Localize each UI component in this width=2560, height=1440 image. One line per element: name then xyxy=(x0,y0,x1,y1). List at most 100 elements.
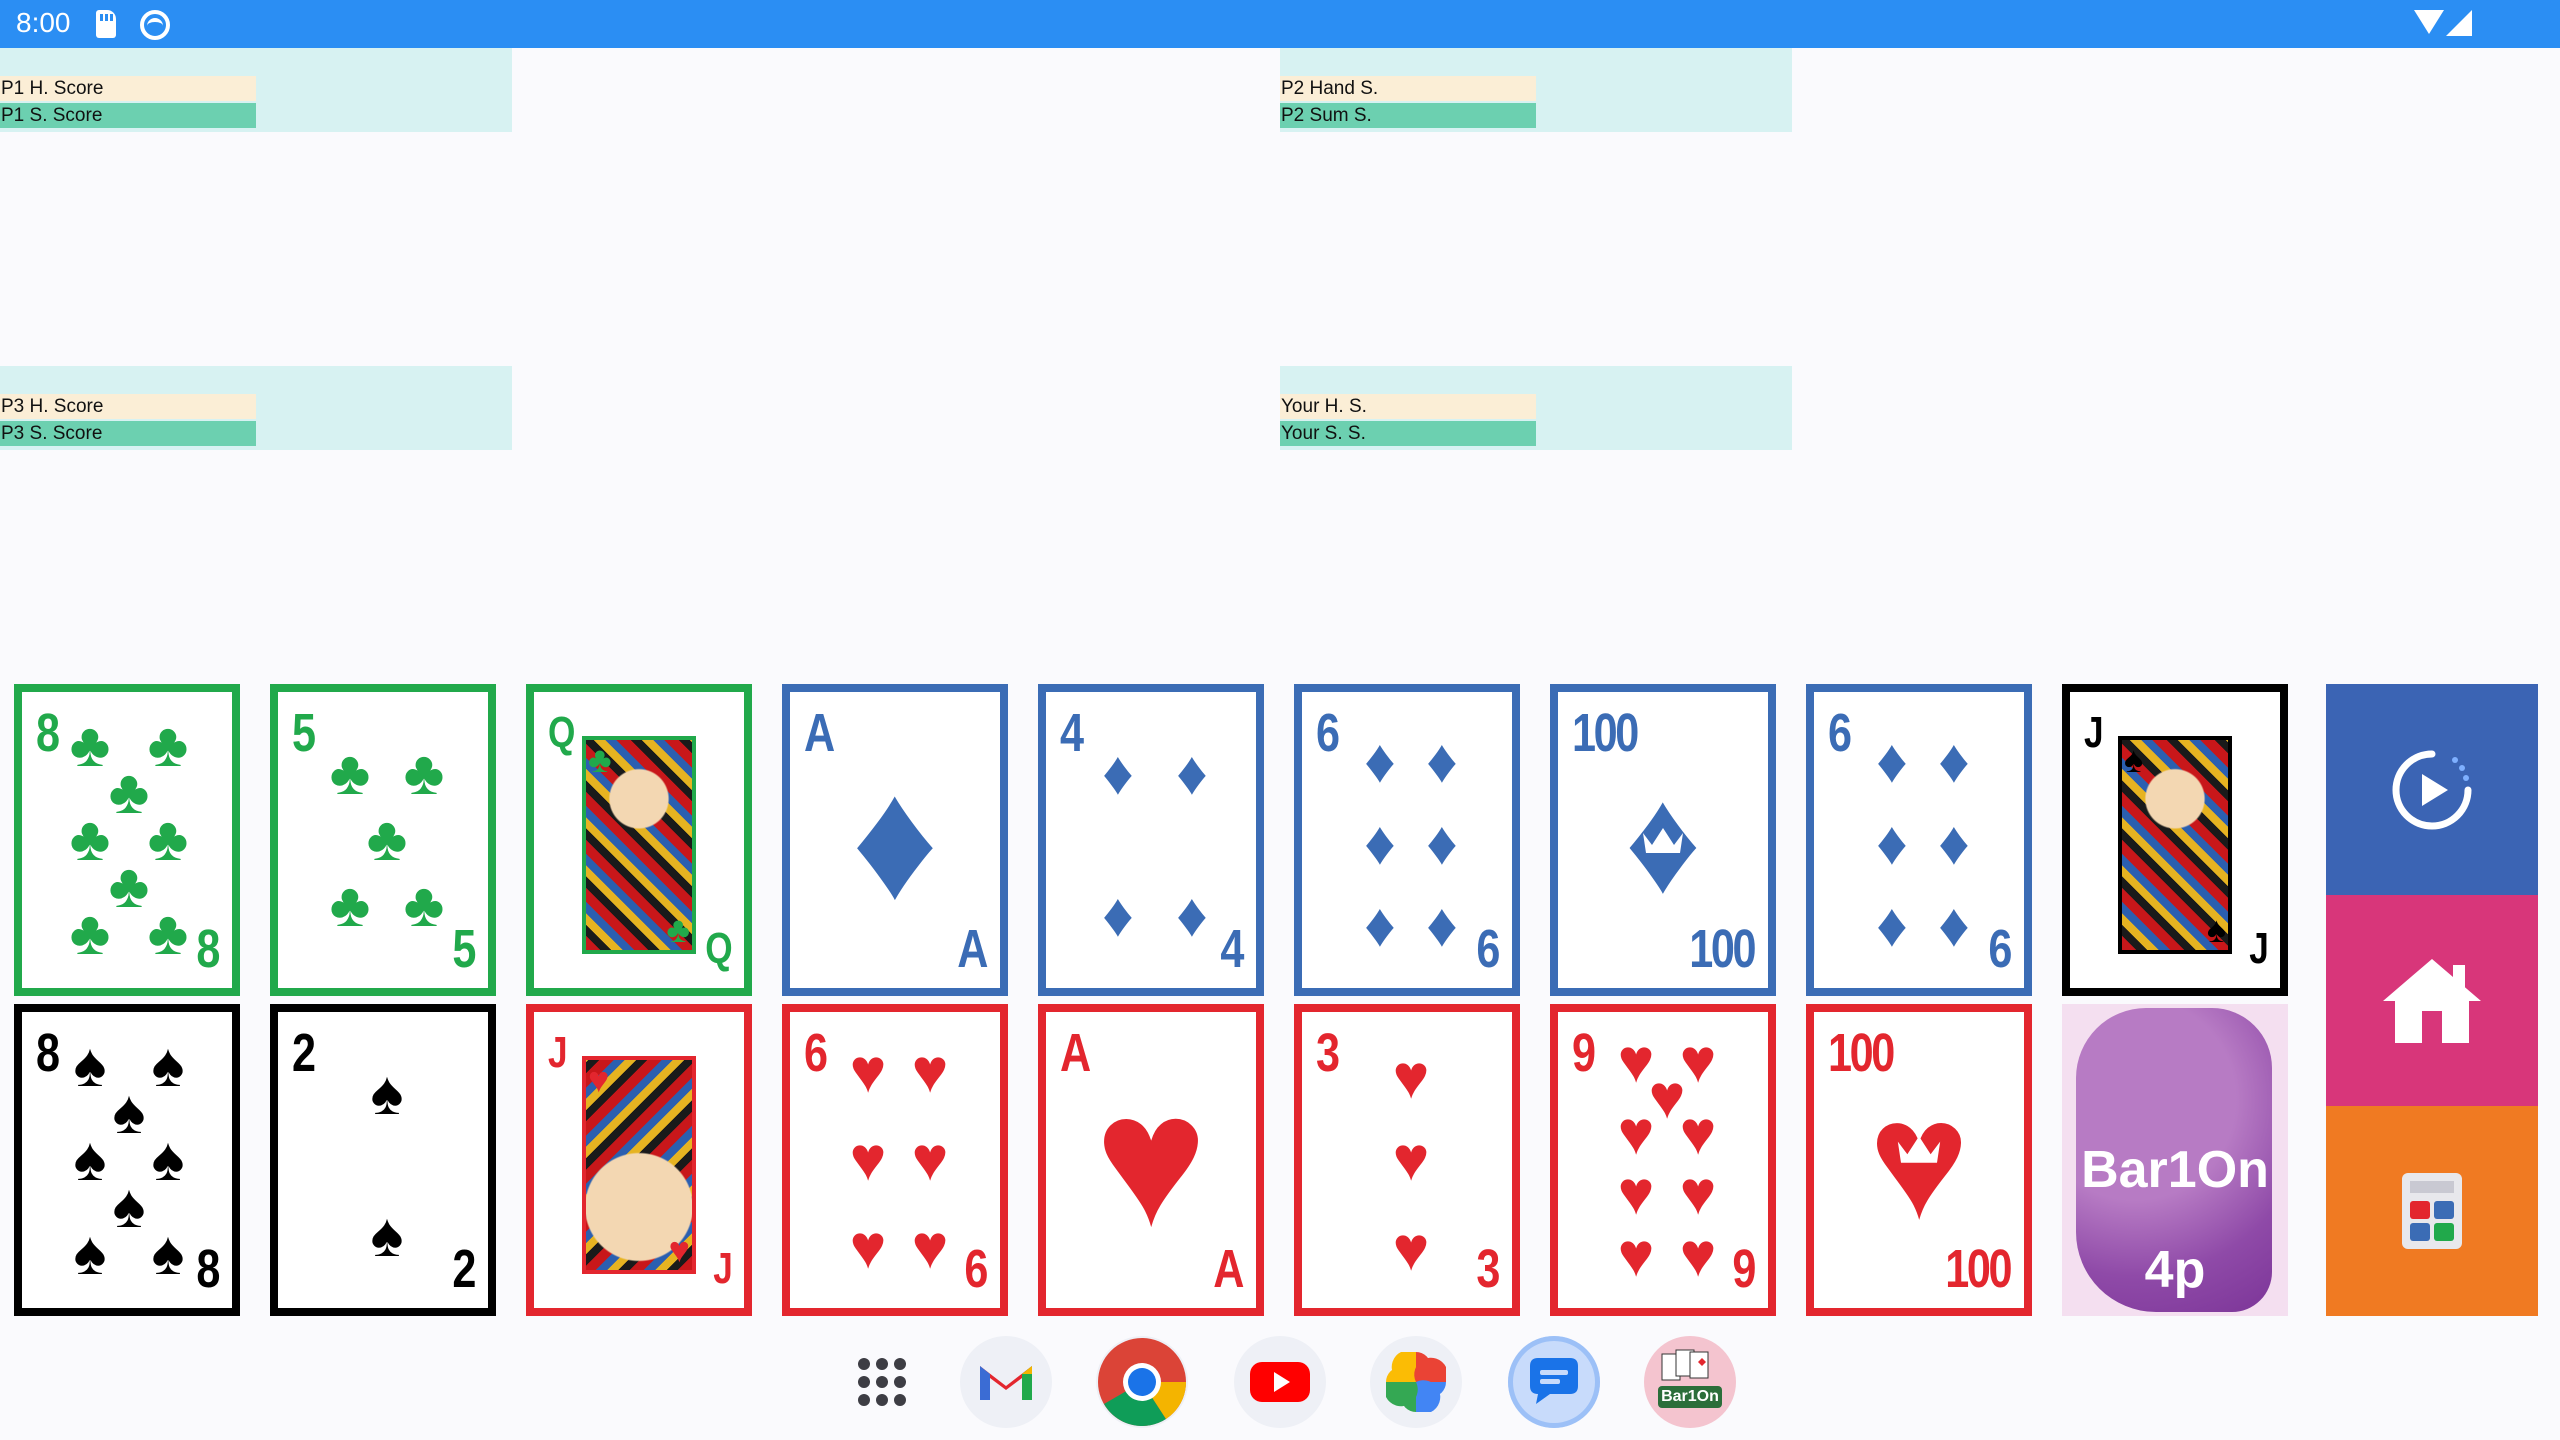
bar1on-app-button[interactable]: Bar1On xyxy=(1644,1336,1736,1428)
club-icon: ♣ xyxy=(329,871,371,940)
card-100-hearts[interactable]: 100 ♥ 100 xyxy=(1806,1004,2032,1316)
home-icon xyxy=(2383,958,2481,1043)
card-100-diamonds[interactable]: 100 ♦ 100 xyxy=(1550,684,1776,996)
replay-button[interactable] xyxy=(2326,684,2538,895)
heart-icon: ♥ xyxy=(1617,1159,1655,1228)
heart-icon: ♥ xyxy=(911,1213,949,1282)
diamond-icon: ♦ xyxy=(1876,809,1908,878)
photos-app-button[interactable] xyxy=(1370,1336,1462,1428)
card-a-hearts[interactable]: A ♥ A xyxy=(1038,1004,1264,1316)
replay-icon xyxy=(2392,750,2472,829)
card-rank: 4 xyxy=(1220,919,1244,979)
diamond-icon: ♦ xyxy=(1938,727,1970,796)
logo-line1: Bar1On xyxy=(2081,1141,2269,1199)
queen-face-image: ♣ ♣ xyxy=(582,736,696,954)
spade-icon: ♠ xyxy=(2124,739,2144,780)
card-2-spades[interactable]: 2 ♠ ♠ 2 xyxy=(270,1004,496,1316)
card-j-spades[interactable]: J ♠ ♠ J xyxy=(2062,684,2288,996)
card-rank: Q xyxy=(548,708,575,757)
card-rank: A xyxy=(1060,1023,1091,1083)
p3-sum-score: P3 S. Score xyxy=(0,421,256,446)
card-4-diamonds[interactable]: 4 ♦ ♦ ♦ ♦ 4 xyxy=(1038,684,1264,996)
diamond-icon: ♦ xyxy=(1102,739,1134,808)
bar1on-app-icon xyxy=(1658,1349,1722,1408)
p1-score-panel: P1 H. Score P1 S. Score xyxy=(0,48,512,132)
card-rank: 100 xyxy=(1689,919,1756,979)
card-rank: A xyxy=(1213,1239,1244,1299)
heart-icon: ♥ xyxy=(911,1125,949,1194)
heart-icon: ♥ xyxy=(1392,1125,1430,1194)
card-rank: Q xyxy=(705,924,732,973)
app-drawer-button[interactable] xyxy=(836,1336,928,1428)
card-rank: A xyxy=(804,703,835,763)
card-rank: 9 xyxy=(1732,1239,1756,1299)
home-button[interactable] xyxy=(2326,895,2538,1106)
card-rank: 4 xyxy=(1060,703,1084,763)
card-q-clubs[interactable]: Q ♣ ♣ Q xyxy=(526,684,752,996)
card-3-hearts[interactable]: 3 ♥ ♥ ♥ 3 xyxy=(1294,1004,1520,1316)
your-sum-score: Your S. S. xyxy=(1280,421,1536,446)
sync-icon xyxy=(140,10,170,40)
heart-icon: ♥ xyxy=(1679,1221,1717,1290)
jack-face-image: ♥ ♥ xyxy=(582,1056,696,1274)
card-rank: J xyxy=(2084,708,2104,757)
club-icon: ♣ xyxy=(366,805,408,874)
heart-icon: ♥ xyxy=(1392,1215,1430,1284)
card-5-clubs[interactable]: 5 ♣ ♣ ♣ ♣ ♣ 5 xyxy=(270,684,496,996)
club-icon: ♣ xyxy=(666,909,690,950)
spade-icon: ♠ xyxy=(73,1219,107,1288)
p2-sum-score: P2 Sum S. xyxy=(1280,103,1536,128)
app-drawer-icon xyxy=(858,1358,906,1406)
card-6-hearts[interactable]: 6 ♥ ♥ ♥ ♥ ♥ ♥ 6 xyxy=(782,1004,1008,1316)
card-j-hearts[interactable]: J ♥ ♥ J xyxy=(526,1004,752,1316)
bar1on-app-label: Bar1On xyxy=(1661,1388,1719,1405)
club-icon: ♣ xyxy=(147,899,189,968)
card-8-clubs[interactable]: 8 ♣ ♣ ♣ ♣ ♣ ♣ ♣ ♣ 8 xyxy=(14,684,240,996)
card-rank: 8 xyxy=(196,919,220,979)
card-rank: 6 xyxy=(964,1239,988,1299)
diamond-icon: ♦ xyxy=(1364,891,1396,960)
p1-sum-score: P1 S. Score xyxy=(0,103,256,128)
spade-icon: ♠ xyxy=(370,1201,404,1270)
card-rank: 5 xyxy=(452,919,476,979)
card-6-diamonds[interactable]: 6 ♦ ♦ ♦ ♦ ♦ ♦ 6 xyxy=(1294,684,1520,996)
card-rank: 6 xyxy=(1988,919,2012,979)
your-score-panel: Your H. S. Your S. S. xyxy=(1280,366,1792,450)
messages-icon xyxy=(1530,1358,1578,1404)
card-rank: J xyxy=(712,1244,733,1293)
deck-logo-card[interactable]: Bar1On 4p xyxy=(2062,1004,2288,1316)
messages-app-button[interactable] xyxy=(1508,1336,1600,1428)
p2-score-panel: P2 Hand S. P2 Sum S. xyxy=(1280,48,1792,132)
card-rank: 9 xyxy=(1572,1023,1596,1083)
card-rank: 2 xyxy=(452,1239,476,1299)
card-6-diamonds[interactable]: 6 ♦ ♦ ♦ ♦ ♦ ♦ 6 xyxy=(1806,684,2032,996)
heart-icon: ♥ xyxy=(1617,1099,1655,1168)
calculator-button[interactable] xyxy=(2326,1106,2538,1316)
chrome-app-button[interactable] xyxy=(1096,1336,1188,1428)
crown-icon xyxy=(1643,828,1683,853)
youtube-app-button[interactable] xyxy=(1234,1336,1326,1428)
spade-icon: ♠ xyxy=(370,1059,404,1128)
card-rank: J xyxy=(2248,924,2269,973)
sd-card-icon xyxy=(96,10,116,38)
card-9-hearts[interactable]: 9 ♥ ♥ ♥ ♥ ♥ ♥ ♥ ♥ ♥ 9 xyxy=(1550,1004,1776,1316)
card-8-spades[interactable]: 8 ♠ ♠ ♠ ♠ ♠ ♠ ♠ ♠ 8 xyxy=(14,1004,240,1316)
gmail-app-button[interactable] xyxy=(960,1336,1052,1428)
card-a-diamonds[interactable]: A ♦ A xyxy=(782,684,1008,996)
card-rank: A xyxy=(957,919,988,979)
card-rank: 3 xyxy=(1316,1023,1340,1083)
diamond-icon: ♦ xyxy=(1876,727,1908,796)
diamond-icon: ♦ xyxy=(851,745,939,935)
diamond-icon: ♦ xyxy=(1176,739,1208,808)
signal-icon xyxy=(2446,10,2472,36)
diamond-icon: ♦ xyxy=(1426,727,1458,796)
diamond-icon: ♦ xyxy=(1876,891,1908,960)
heart-icon: ♥ xyxy=(1392,1043,1430,1112)
diamond-icon: ♦ xyxy=(1364,809,1396,878)
card-rank: 100 xyxy=(1572,703,1639,763)
diamond-icon: ♦ xyxy=(1426,891,1458,960)
p1-hand-score: P1 H. Score xyxy=(0,76,256,101)
status-bar: 8:00 xyxy=(0,0,2560,48)
crown-icon xyxy=(1897,1135,1941,1163)
gmail-icon xyxy=(980,1366,1032,1400)
